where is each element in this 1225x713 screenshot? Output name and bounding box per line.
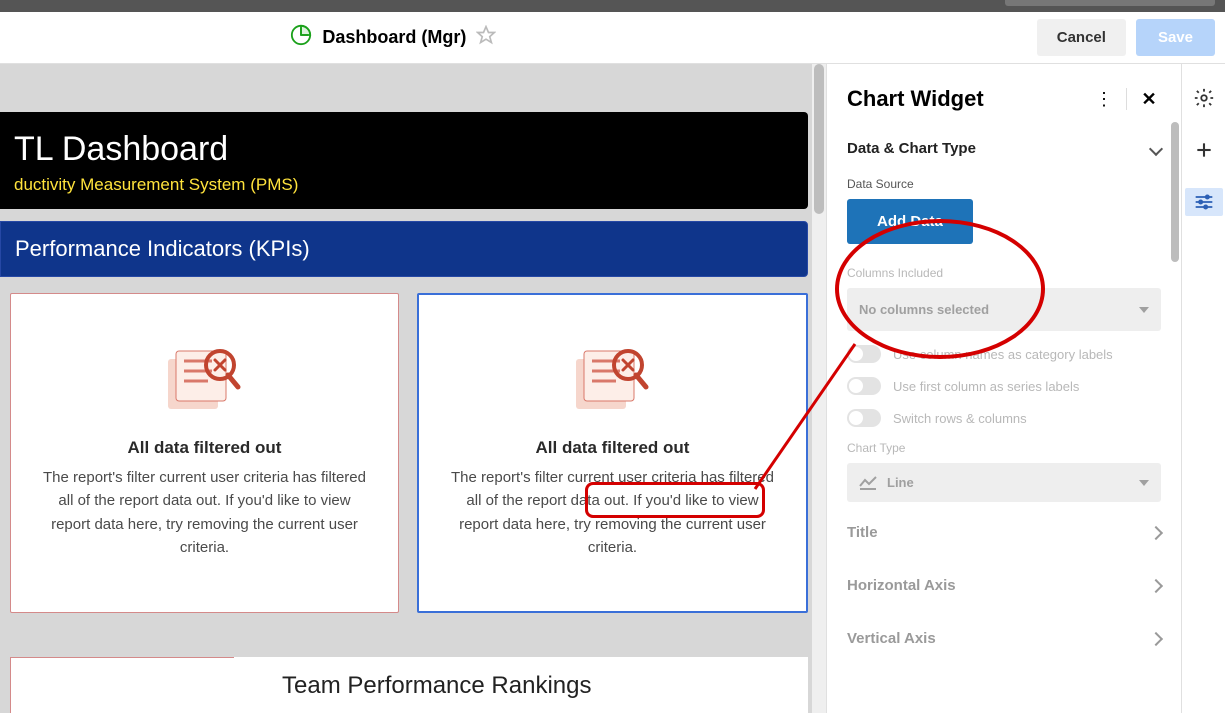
columns-included-label: Columns Included (847, 266, 1161, 280)
dropdown-icon (1139, 307, 1149, 313)
rankings-section-title: Team Performance Rankings (234, 657, 808, 713)
window-chrome-tab (1005, 0, 1215, 6)
sliders-icon[interactable] (1185, 188, 1223, 216)
section-title[interactable]: Title (847, 510, 1161, 555)
toggle-use-col-names[interactable] (847, 345, 881, 363)
chart-type-select[interactable]: Line (847, 463, 1161, 502)
data-source-label: Data Source (847, 177, 1161, 191)
plus-icon[interactable] (1190, 136, 1218, 164)
dashboard-canvas[interactable]: TL Dashboard ductivity Measurement Syste… (0, 64, 826, 713)
empty-state-title: All data filtered out (536, 438, 690, 458)
panel-scrollbar-thumb[interactable] (1171, 122, 1179, 262)
dashboard-icon (290, 24, 312, 51)
chart-type-label: Chart Type (847, 441, 1161, 455)
save-button[interactable]: Save (1136, 19, 1215, 56)
chevron-right-icon (1149, 578, 1163, 592)
toggle-switch-rows-cols-label: Switch rows & columns (893, 411, 1027, 426)
window-chrome (0, 0, 1225, 12)
no-data-icon (570, 347, 656, 422)
empty-state-title: All data filtered out (128, 438, 282, 458)
section-vertical-axis[interactable]: Vertical Axis (847, 616, 1161, 661)
dropdown-icon (1139, 480, 1149, 486)
chart-widget-panel: Chart Widget ⋮ ✕ Data & Chart Type Data … (826, 64, 1181, 713)
dashboard-title: TL Dashboard (14, 130, 794, 169)
panel-more-icon[interactable]: ⋮ (1092, 89, 1116, 110)
line-chart-icon (859, 476, 877, 490)
no-data-icon (162, 347, 248, 422)
page-toolbar: Dashboard (Mgr) Cancel Save (0, 12, 1225, 64)
rankings-widget-stub[interactable] (10, 657, 234, 713)
panel-title: Chart Widget (847, 86, 1092, 112)
dashboard-header: TL Dashboard ductivity Measurement Syste… (0, 112, 808, 209)
chevron-right-icon (1149, 525, 1163, 539)
empty-state-body: The report's filter current user criteri… (37, 466, 372, 559)
chart-widget-1[interactable]: All data filtered out The report's filte… (10, 293, 399, 613)
empty-state-body: The report's filter current user criteri… (445, 466, 780, 559)
toggle-use-col-names-label: Use column names as category labels (893, 347, 1113, 362)
toolbar-title-wrap: Dashboard (Mgr) (0, 24, 1037, 51)
canvas-scrollbar[interactable] (812, 64, 826, 713)
dashboard-subtitle: ductivity Measurement System (PMS) (14, 175, 794, 195)
cancel-button[interactable]: Cancel (1037, 19, 1126, 56)
chart-widget-2-selected[interactable]: All data filtered out The report's filte… (417, 293, 808, 613)
toggle-switch-rows-cols[interactable] (847, 409, 881, 427)
add-data-button[interactable]: Add Data (847, 199, 973, 244)
canvas-scrollbar-thumb[interactable] (814, 64, 824, 214)
columns-select[interactable]: No columns selected (847, 288, 1161, 331)
section-horizontal-axis[interactable]: Horizontal Axis (847, 563, 1161, 608)
star-icon[interactable] (476, 25, 496, 50)
kpi-section-header: Performance Indicators (KPIs) (0, 221, 808, 277)
chevron-right-icon (1149, 631, 1163, 645)
section-data-chart-type[interactable]: Data & Chart Type (847, 126, 1161, 171)
toggle-use-first-col[interactable] (847, 377, 881, 395)
page-title: Dashboard (Mgr) (322, 27, 466, 48)
gear-icon[interactable] (1190, 84, 1218, 112)
close-icon[interactable]: ✕ (1137, 89, 1161, 110)
chevron-down-icon (1149, 141, 1163, 155)
toggle-use-first-col-label: Use first column as series labels (893, 379, 1079, 394)
right-rail (1181, 64, 1225, 713)
panel-divider (1126, 88, 1127, 110)
